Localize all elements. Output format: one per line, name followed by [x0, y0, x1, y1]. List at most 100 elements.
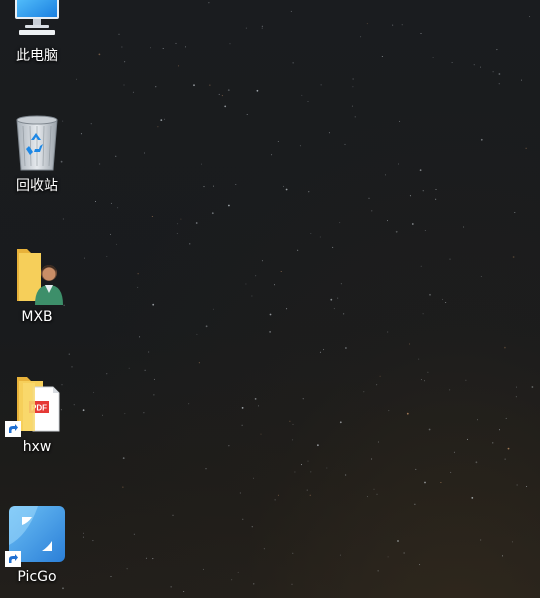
star [253, 477, 254, 479]
star [529, 16, 531, 18]
star [403, 552, 405, 554]
star [366, 23, 368, 25]
star [292, 439, 294, 441]
star [435, 198, 437, 200]
star [409, 195, 411, 197]
star [245, 27, 247, 29]
star [326, 467, 328, 469]
star [387, 556, 389, 558]
star [242, 518, 244, 520]
star [299, 145, 301, 147]
star [319, 236, 321, 238]
star [307, 460, 309, 462]
star [137, 286, 139, 288]
desktop-icon-label: 此电脑 [16, 48, 58, 64]
star [480, 138, 483, 141]
star [164, 118, 165, 120]
star [480, 276, 482, 277]
star [450, 471, 452, 473]
star [124, 413, 126, 415]
star [177, 223, 179, 225]
star [492, 71, 494, 73]
star [176, 233, 178, 234]
star [263, 548, 265, 550]
star [237, 571, 239, 573]
star [308, 191, 310, 193]
star [170, 586, 172, 588]
star [424, 380, 425, 382]
star [212, 308, 214, 310]
desktop-icon-picgo[interactable]: PicGo [0, 503, 74, 598]
star [360, 36, 362, 38]
star [172, 514, 174, 516]
star [205, 468, 207, 470]
star [292, 552, 294, 554]
star [385, 174, 386, 176]
star [502, 555, 503, 557]
star [106, 256, 108, 257]
star [145, 557, 147, 559]
star [366, 496, 368, 498]
star [467, 438, 468, 440]
desktop-background[interactable]: 此电脑 回收站 MXB PDF hxw PicGo [0, 0, 540, 598]
star [429, 293, 431, 296]
desktop-icon-mxb[interactable]: MXB [0, 243, 74, 353]
star [261, 27, 263, 29]
star [521, 79, 522, 81]
desktop-icon-label: hxw [22, 439, 52, 455]
star [160, 119, 163, 121]
star [333, 308, 335, 310]
star [515, 396, 517, 398]
star [499, 429, 500, 431]
star [516, 484, 518, 486]
star [151, 216, 153, 217]
star [122, 486, 124, 488]
star [473, 64, 475, 66]
star [340, 283, 342, 285]
star [143, 412, 145, 414]
star [379, 375, 381, 377]
star [414, 503, 416, 505]
star [260, 433, 262, 435]
star [152, 558, 154, 560]
star [213, 185, 214, 187]
star [283, 185, 284, 187]
star [95, 201, 96, 202]
star [504, 346, 506, 349]
star [328, 132, 330, 134]
star [449, 389, 451, 391]
star [128, 367, 130, 369]
star [83, 532, 84, 534]
star [377, 441, 379, 443]
star [511, 541, 513, 543]
desktop-icon-recycle-bin[interactable]: 回收站 [0, 112, 74, 222]
star [82, 409, 85, 412]
star [332, 246, 334, 248]
desktop-icon-this-pc[interactable]: 此电脑 [0, 0, 74, 92]
star [251, 526, 253, 528]
star [339, 554, 341, 556]
star [188, 403, 190, 405]
star [133, 533, 135, 535]
star [354, 116, 356, 118]
star [178, 65, 180, 67]
star [451, 62, 453, 63]
star [98, 53, 101, 56]
computer-icon [6, 0, 68, 44]
star [132, 91, 134, 93]
desktop-icon-hxw[interactable]: PDF hxw [0, 373, 74, 483]
star [373, 488, 375, 490]
star [76, 78, 77, 80]
star [371, 210, 373, 212]
star [449, 258, 451, 260]
star [195, 222, 198, 224]
star [307, 101, 309, 102]
star [126, 568, 128, 570]
star [124, 61, 126, 63]
star [271, 154, 273, 156]
star [118, 33, 120, 35]
pdf-folder-icon: PDF [5, 373, 68, 437]
star [339, 222, 341, 224]
star [200, 163, 202, 165]
star [352, 78, 354, 80]
